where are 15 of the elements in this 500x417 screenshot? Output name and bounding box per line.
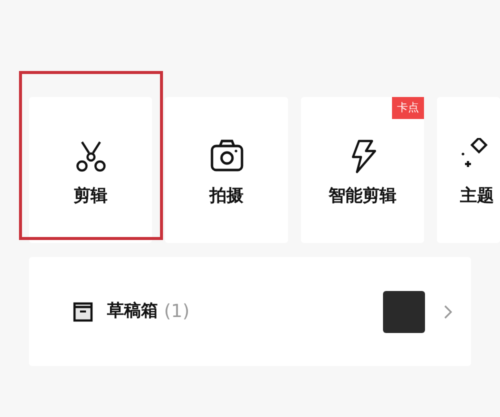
feature-tile[interactable]: 主题 (437, 97, 500, 243)
chevron-right-icon (443, 304, 453, 320)
feature-tile[interactable]: 智能剪辑 卡点 (301, 97, 424, 243)
drafts-card[interactable]: 草稿箱 (1) (29, 257, 471, 366)
tile-label: 剪辑 (74, 185, 108, 208)
tile-label: 智能剪辑 (328, 185, 396, 208)
tag-badge: 卡点 (392, 97, 424, 119)
box-icon (73, 302, 93, 322)
photo-placeholder (383, 290, 425, 332)
feature-tile[interactable]: 剪辑 (29, 97, 152, 243)
feature-tile[interactable]: 拍摄 (165, 97, 288, 243)
tile-label: 拍摄 (210, 185, 244, 208)
drafts-count: (1) (164, 300, 190, 324)
drafts-label: 草稿箱 (107, 300, 158, 323)
tile-label: 主题 (460, 185, 494, 208)
